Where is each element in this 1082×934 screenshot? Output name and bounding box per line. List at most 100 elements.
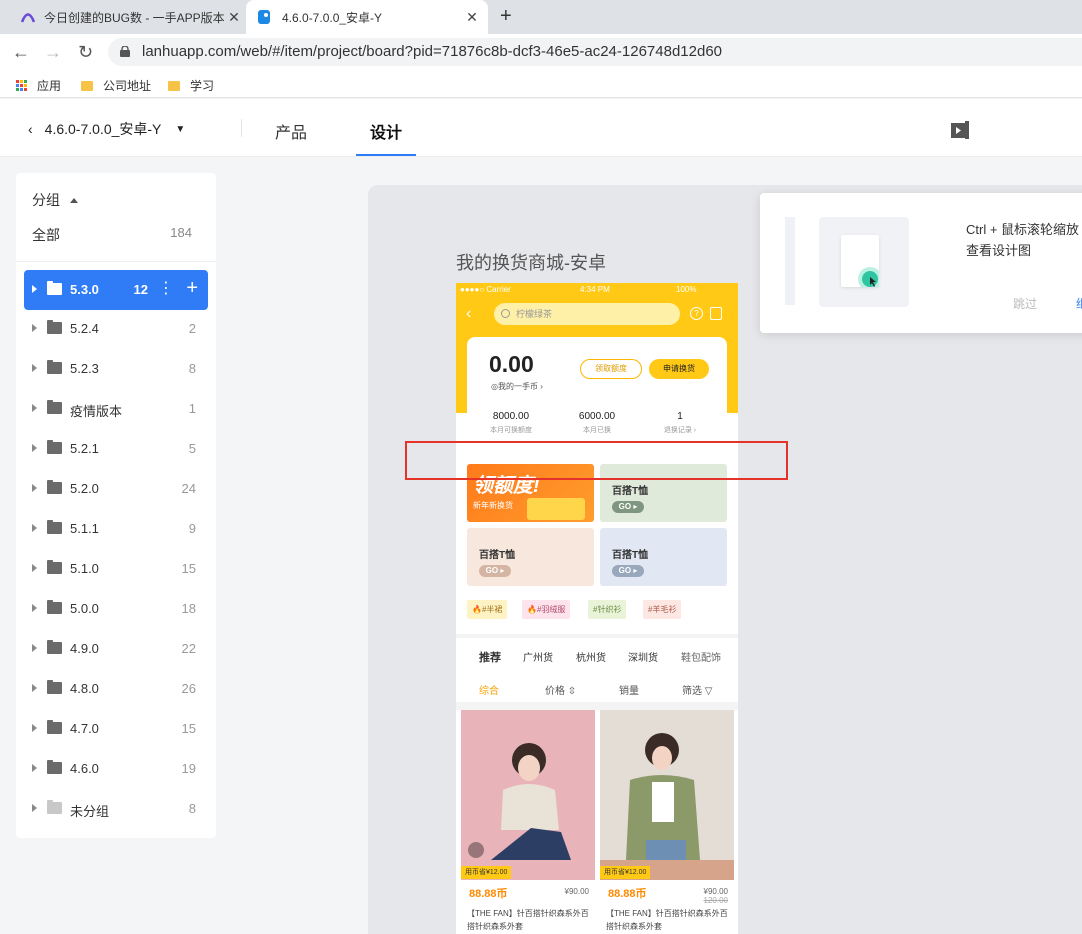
folder-name: 4.6.0 (70, 761, 99, 776)
folder-name: 5.2.1 (70, 441, 99, 456)
browser-tab-bug[interactable]: 今日创建的BUG数 - 一手APP版本 ✕ (10, 0, 250, 34)
folder-count: 9 (188, 521, 196, 536)
folder-name: 4.8.0 (70, 681, 99, 696)
folder-name: 5.2.3 (70, 361, 99, 376)
folder-name: 5.0.0 (70, 601, 99, 616)
folder-item[interactable]: 5.1.0 15 (24, 549, 208, 589)
category-tab: 推荐 (479, 652, 501, 664)
bookmark-company[interactable]: 公司地址 (81, 77, 151, 94)
folder-item[interactable]: 5.1.1 9 (24, 509, 208, 549)
gift-box-illustration (527, 498, 585, 520)
artboard-preview[interactable]: ●●●●○ Carrier 4:34 PM 100% ‹ 柠檬绿茶 ? 0.00… (456, 283, 738, 934)
folder-name: 未分组 (70, 804, 110, 819)
artboard-title[interactable]: 我的换货商城-安卓 (456, 249, 606, 275)
expand-arrow-icon[interactable] (32, 524, 37, 532)
presentation-icon[interactable] (950, 121, 970, 139)
expand-arrow-icon[interactable] (32, 724, 37, 732)
stat-item: 1 退换记录 › (640, 411, 720, 435)
original-price-value: ¥90.00 (703, 887, 728, 896)
expand-arrow-icon[interactable] (32, 444, 37, 452)
folder-item[interactable]: 4.6.0 19 (24, 749, 208, 789)
active-tab-underline (356, 154, 416, 156)
tab-product[interactable]: 产品 (275, 119, 307, 143)
folder-count: 12 (133, 282, 148, 297)
expand-arrow-icon[interactable] (32, 564, 37, 572)
project-switcher[interactable]: ‹ 4.6.0-7.0.0_安卓-Y ▼ (28, 119, 185, 139)
folder-count: 22 (181, 641, 196, 656)
new-tab-icon[interactable]: + (500, 5, 512, 28)
original-price: ¥90.00 120.00 (704, 887, 728, 905)
help-icon: ? (690, 307, 703, 320)
stat-label: 退换记录 › (663, 427, 697, 434)
folder-item[interactable]: 4.9.0 22 (24, 629, 208, 669)
expand-arrow-icon[interactable] (32, 684, 37, 692)
folder-item[interactable]: 5.2.0 24 (24, 469, 208, 509)
folder-count: 26 (181, 681, 196, 696)
product-photo (600, 710, 734, 880)
chevron-left-icon[interactable]: ‹ (28, 121, 33, 137)
reload-icon[interactable]: ↻ (78, 42, 93, 63)
add-icon[interactable]: + (186, 277, 198, 300)
expand-arrow-icon[interactable] (32, 804, 37, 812)
lock-icon (120, 46, 130, 57)
expand-arrow-icon[interactable] (32, 285, 37, 293)
folder-count: 5 (188, 441, 196, 456)
folder-name: 5.3.0 (70, 282, 99, 297)
expand-arrow-icon[interactable] (32, 764, 37, 772)
expand-arrow-icon[interactable] (32, 644, 37, 652)
forward-icon[interactable]: → (44, 42, 62, 63)
continue-button[interactable]: 继 (1076, 295, 1082, 312)
category-tab: 杭州货 (576, 653, 606, 664)
bookmark-label: 公司地址 (103, 79, 152, 93)
folder-item[interactable]: 5.2.3 8 (24, 349, 208, 389)
expand-arrow-icon[interactable] (32, 604, 37, 612)
caret-up-icon[interactable] (70, 197, 78, 203)
back-arrow-icon: ‹ (466, 305, 472, 322)
folder-item[interactable]: 5.3.0 12 ⋮ + (24, 270, 208, 310)
search-placeholder: 柠檬绿茶 (516, 309, 553, 319)
expand-arrow-icon[interactable] (32, 364, 37, 372)
folder-icon (47, 800, 62, 814)
hashtag: 🔥#羽绒服 (522, 600, 571, 619)
bookmark-apps[interactable]: 应用 (16, 77, 61, 94)
folder-icon (47, 281, 62, 295)
folder-item[interactable]: 4.7.0 15 (24, 709, 208, 749)
dropdown-caret-icon[interactable]: ▼ (175, 124, 185, 135)
status-time: 4:34 PM (580, 285, 610, 294)
project-name: 4.6.0-7.0.0_安卓-Y (44, 121, 162, 137)
folder-item[interactable]: 5.0.0 18 (24, 589, 208, 629)
folder-icon (47, 720, 62, 734)
folder-item[interactable]: 5.2.1 5 (24, 429, 208, 469)
more-vertical-icon[interactable]: ⋮ (158, 280, 174, 298)
tile-title: 百搭T恤 (479, 550, 516, 561)
folder-count: 24 (181, 481, 196, 496)
tab-title: 4.6.0-7.0.0_安卓-Y (282, 10, 383, 25)
lanhu-arc-icon (20, 13, 36, 23)
folder-item[interactable]: 4.8.0 26 (24, 669, 208, 709)
all-items-row[interactable]: 全部 184 (32, 225, 192, 245)
browser-tab-active[interactable]: 4.6.0-7.0.0_安卓-Y ✕ (246, 0, 488, 34)
tab-design[interactable]: 设计 (370, 119, 402, 143)
skip-button[interactable]: 跳过 (1013, 295, 1037, 312)
app-search-field: 柠檬绿茶 (494, 303, 680, 325)
folder-item[interactable]: 疫情版本 1 (24, 389, 208, 429)
bookmark-study[interactable]: 学习 (168, 77, 214, 94)
expand-arrow-icon[interactable] (32, 484, 37, 492)
back-icon[interactable]: ← (12, 42, 30, 63)
folder-item[interactable]: 未分组 8 (24, 789, 208, 829)
product-card: 用币省¥12.00 88.88币 ¥90.00 120.00 【THE FAN】针… (600, 710, 734, 934)
product-price: 88.88币 (608, 888, 647, 900)
product-title: 【THE FAN】针百搭针织森系外百搭针织森系外套 (467, 909, 589, 931)
folder-icon (47, 480, 62, 494)
category-tab: 深圳货 (628, 653, 658, 664)
tile-title: 百搭T恤 (612, 486, 649, 497)
folder-item[interactable]: 5.2.4 2 (24, 309, 208, 349)
close-tab-icon[interactable]: ✕ (464, 9, 480, 26)
close-tab-icon[interactable]: ✕ (226, 9, 242, 26)
expand-arrow-icon[interactable] (32, 404, 37, 412)
url-field[interactable]: lanhuapp.com/web/#/item/project/board?pi… (108, 38, 1082, 66)
group-header[interactable]: 分组 (32, 190, 78, 210)
all-label: 全部 (32, 227, 60, 243)
expand-arrow-icon[interactable] (32, 324, 37, 332)
folder-name: 5.1.1 (70, 521, 99, 536)
